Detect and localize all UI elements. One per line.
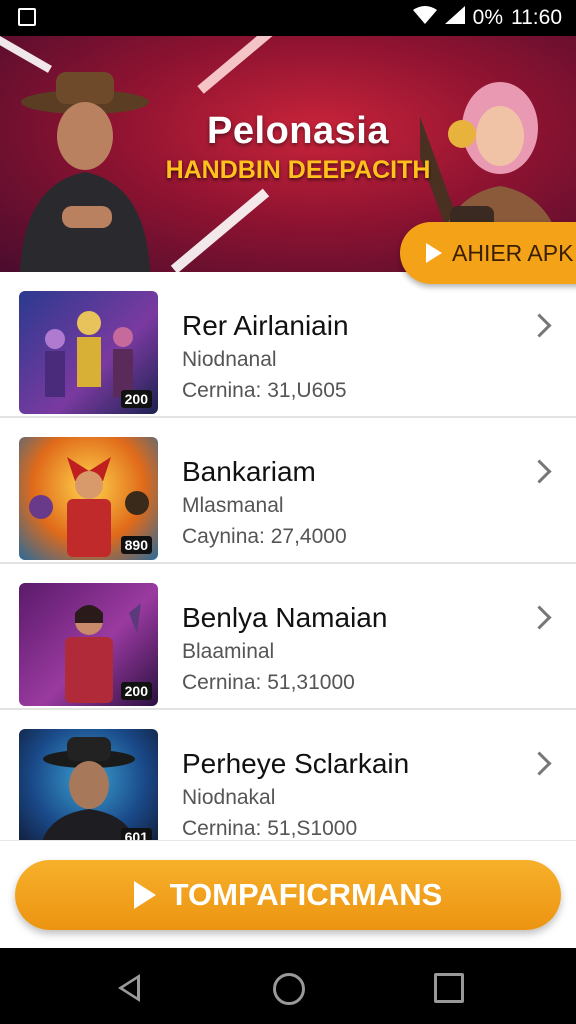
back-icon[interactable]	[118, 974, 140, 1002]
banner-title: Pelonasia	[207, 110, 389, 152]
game-subtitle: Niodnanal	[182, 348, 277, 371]
cta-label: TOMPAFICRMANS	[169, 877, 443, 912]
badge: 890	[120, 536, 152, 554]
list-item[interactable]: 890 Bankariam Mlasmanal Caynina: 27,4000	[0, 418, 576, 564]
chevron-right-icon[interactable]	[527, 313, 552, 338]
game-thumbnail: 200	[19, 583, 158, 706]
play-icon	[133, 881, 156, 909]
banner-subtitle: HANDBIN DEEPACITH	[165, 156, 431, 184]
game-thumbnail: 601	[19, 729, 158, 852]
system-nav-bar	[0, 948, 576, 1024]
game-meta: Caynina: 27,4000	[182, 525, 347, 548]
notification-icon	[18, 8, 36, 26]
chevron-right-icon[interactable]	[527, 459, 552, 484]
list-item[interactable]: 200 Rer Airlaniain Niodnanal Cernina: 31…	[0, 272, 576, 418]
game-subtitle: Mlasmanal	[182, 494, 284, 517]
get-apk-label: AHIER APK	[452, 239, 574, 266]
wifi-icon	[412, 6, 437, 30]
light-ray	[197, 36, 273, 94]
recents-icon[interactable]	[434, 973, 464, 1003]
primary-cta-button[interactable]: TOMPAFICRMANS	[15, 860, 561, 930]
badge: 200	[120, 682, 152, 700]
get-apk-button[interactable]: AHIER APK	[400, 222, 576, 284]
game-subtitle: Blaaminal	[182, 640, 275, 663]
game-title: Benlya Namaian	[182, 602, 388, 633]
chevron-right-icon[interactable]	[527, 605, 552, 630]
home-icon[interactable]	[273, 973, 305, 1005]
game-title: Rer Airlaniain	[182, 310, 349, 341]
chevron-right-icon[interactable]	[527, 751, 552, 776]
game-meta: Cernina: 31,U605	[182, 379, 347, 402]
game-meta: Cernina: 51,31000	[182, 671, 355, 694]
signal-icon	[444, 6, 465, 30]
game-title: Perheye Sclarkain	[182, 748, 410, 779]
game-meta: Cernina: 51,S1000	[182, 817, 358, 840]
list-item[interactable]: 200 Benlya Namaian Blaaminal Cernina: 51…	[0, 564, 576, 710]
game-thumbnail: 200	[19, 291, 158, 414]
badge: 200	[120, 390, 152, 408]
game-list: 200 Rer Airlaniain Niodnanal Cernina: 31…	[0, 272, 576, 854]
light-ray	[170, 188, 270, 272]
play-icon	[426, 243, 442, 263]
list-item[interactable]: 601 Perheye Sclarkain Niodnakal Cernina:…	[0, 710, 576, 854]
game-thumbnail: 890	[19, 437, 158, 560]
game-title: Bankariam	[182, 456, 316, 487]
status-bar: 0% 11:60	[0, 0, 576, 36]
battery-text: 0%	[472, 6, 503, 29]
clock: 11:60	[511, 6, 562, 29]
game-subtitle: Niodnakal	[182, 786, 276, 809]
